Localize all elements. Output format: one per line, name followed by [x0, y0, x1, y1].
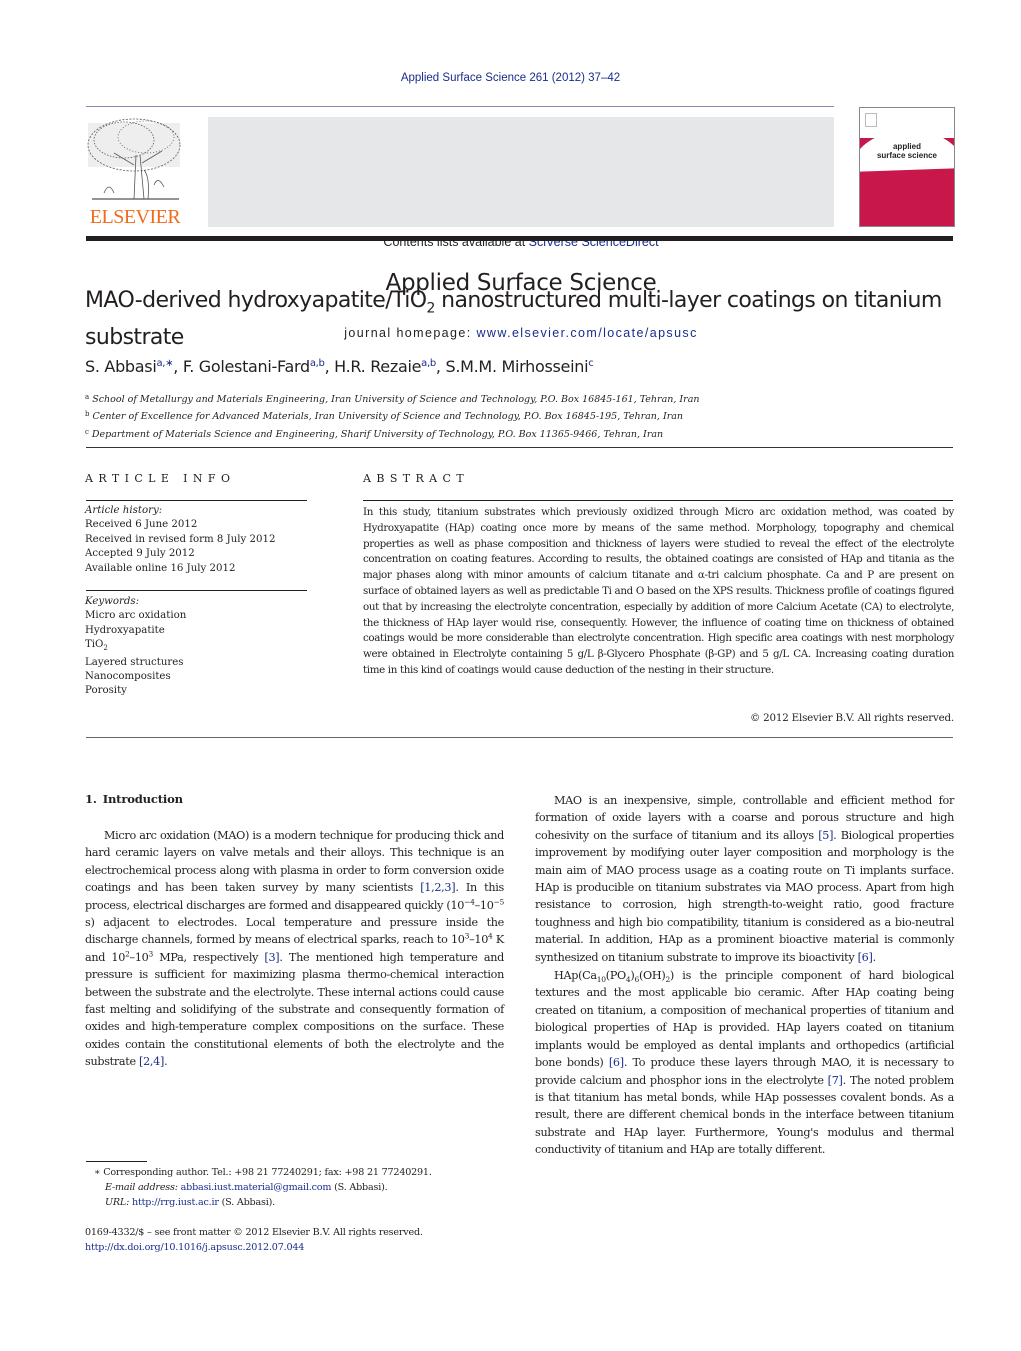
- front-matter: 0169-4332/$ – see front matter © 2012 El…: [85, 1225, 423, 1256]
- divider: [86, 447, 953, 448]
- cover-title-line1: applied: [892, 142, 921, 151]
- history-label: Article history:: [85, 505, 163, 516]
- corresponding-author-footnote: ∗ Corresponding author. Tel.: +98 21 772…: [94, 1165, 432, 1211]
- affiliation-item: b Center of Excellence for Advanced Mater…: [85, 407, 699, 424]
- history-item: Received in revised form 8 July 2012: [85, 533, 276, 545]
- abstract-heading: ABSTRACT: [363, 472, 470, 485]
- affiliation-item: c Department of Materials Science and Eng…: [85, 425, 699, 442]
- citation-link[interactable]: [1,2,3]: [420, 881, 455, 894]
- history-item: Available online 16 July 2012: [85, 562, 236, 574]
- author-separator: ,: [435, 357, 446, 376]
- section-title: Introduction: [102, 792, 183, 806]
- url-label: URL:: [105, 1197, 130, 1209]
- author-name[interactable]: S.M.M. Mirhosseini: [446, 357, 589, 376]
- author-affiliation-marks[interactable]: c: [588, 358, 594, 369]
- citation-link[interactable]: [3]: [264, 951, 279, 964]
- title-subscript: 2: [426, 300, 435, 317]
- footnote-text: Corresponding author. Tel.: +98 21 77240…: [103, 1167, 432, 1178]
- citation-link[interactable]: [7]: [828, 1074, 843, 1087]
- issn-line: 0169-4332/$ – see front matter © 2012 El…: [85, 1227, 423, 1238]
- divider: [86, 590, 307, 591]
- keyword-item: Porosity: [85, 685, 127, 697]
- citation-link[interactable]: [6]: [609, 1056, 624, 1069]
- citation-link[interactable]: [5]: [818, 829, 833, 842]
- keyword-item: Micro arc oxidation: [85, 610, 187, 622]
- abstract-copyright: © 2012 Elsevier B.V. All rights reserved…: [750, 712, 954, 724]
- affiliation-list: a School of Metallurgy and Materials Engi…: [85, 390, 699, 442]
- article-history: Article history: Received 6 June 2012 Re…: [85, 504, 275, 576]
- keyword-item: TiO2: [85, 639, 108, 653]
- author-separator: ,: [324, 357, 335, 376]
- footnote-email: E-mail address: abbasi.iust.material@gma…: [94, 1180, 432, 1195]
- divider: [86, 737, 953, 738]
- affiliation-text: Center of Excellence for Advanced Materi…: [92, 411, 684, 423]
- history-item: Received 6 June 2012: [85, 519, 198, 531]
- author-list: S. Abbasia,∗, F. Golestani-Farda,b, H.R.…: [85, 357, 594, 376]
- title-part1: MAO-derived hydroxyapatite/TiO: [85, 288, 427, 313]
- footnote-corresponding: ∗ Corresponding author. Tel.: +98 21 772…: [94, 1165, 432, 1180]
- author-affiliation-marks[interactable]: a,b: [310, 358, 325, 369]
- elsevier-tree-icon: [87, 118, 181, 200]
- journal-masthead: Contents lists available at SciVerse Sci…: [208, 117, 834, 340]
- journal-reference-link[interactable]: Applied Surface Science 261 (2012) 37–42: [0, 72, 1021, 84]
- keyword-item: Hydroxyapatite: [85, 624, 165, 636]
- body-column-left: Micro arc oxidation (MAO) is a modern te…: [85, 827, 504, 1071]
- author-name[interactable]: F. Golestani-Fard: [183, 357, 310, 376]
- divider: [363, 500, 953, 501]
- section-number: 1.: [85, 792, 97, 806]
- keyword-item: Layered structures: [85, 656, 184, 668]
- footnote-star: ∗: [94, 1167, 101, 1178]
- citation-link[interactable]: [2,4]: [139, 1055, 164, 1068]
- affiliation-text: School of Metallurgy and Materials Engin…: [92, 394, 700, 405]
- body-paragraph: MAO is an inexpensive, simple, controlla…: [535, 794, 954, 964]
- affiliation-mark: a: [85, 393, 90, 401]
- affiliation-mark: c: [85, 427, 89, 436]
- keywords-label: Keywords:: [85, 596, 140, 607]
- email-label: E-mail address:: [105, 1182, 178, 1194]
- journal-cover-image[interactable]: applied surface science: [859, 107, 955, 227]
- author-affiliation-marks[interactable]: a,b: [421, 358, 436, 369]
- author-separator: ,: [173, 357, 183, 376]
- url-link[interactable]: http://rrg.iust.ac.ir: [132, 1197, 219, 1208]
- email-suffix: (S. Abbasi).: [331, 1182, 388, 1194]
- body-column-right: MAO is an inexpensive, simple, controlla…: [535, 792, 954, 1159]
- body-paragraph: HAp(Ca10(PO4)6(OH)2) is the principle co…: [535, 969, 954, 1157]
- elsevier-logo[interactable]: ELSEVIER: [84, 115, 186, 229]
- doi-link[interactable]: http://dx.doi.org/10.1016/j.apsusc.2012.…: [85, 1240, 423, 1255]
- affiliation-text: Department of Materials Science and Engi…: [91, 428, 664, 440]
- author-name[interactable]: H.R. Rezaie: [334, 357, 421, 376]
- url-suffix: (S. Abbasi).: [218, 1197, 276, 1209]
- body-paragraph: Micro arc oxidation (MAO) is a modern te…: [85, 829, 504, 1069]
- article-info-heading: ARTICLE INFO: [85, 472, 236, 485]
- email-link[interactable]: abbasi.iust.material@gmail.com: [181, 1182, 332, 1193]
- header-divider: [86, 106, 834, 107]
- author-affiliation-marks[interactable]: a,∗: [156, 358, 173, 369]
- cover-publisher-icon: [865, 113, 877, 127]
- keyword-item: Nanocomposites: [85, 671, 171, 683]
- abstract-text: In this study, titanium substrates which…: [363, 506, 954, 676]
- header-thick-rule: [86, 236, 953, 241]
- author-name[interactable]: S. Abbasi: [85, 357, 157, 376]
- divider: [86, 500, 307, 501]
- article-title: MAO-derived hydroxyapatite/TiO2 nanostru…: [85, 286, 945, 352]
- footnote-divider: [86, 1161, 147, 1162]
- keywords: Keywords: Micro arc oxidation Hydroxyapa…: [85, 595, 186, 699]
- elsevier-wordmark: ELSEVIER: [89, 206, 181, 228]
- cover-title-line2: surface science: [876, 151, 938, 160]
- section-heading-introduction: 1. Introduction: [85, 792, 183, 806]
- citation-link[interactable]: [6]: [858, 951, 873, 964]
- history-item: Accepted 9 July 2012: [85, 548, 195, 560]
- affiliation-item: a School of Metallurgy and Materials Engi…: [85, 390, 699, 407]
- cover-title: applied surface science: [860, 142, 954, 160]
- footnote-url: URL: http://rrg.iust.ac.ir (S. Abbasi).: [94, 1195, 432, 1210]
- affiliation-mark: b: [85, 410, 90, 419]
